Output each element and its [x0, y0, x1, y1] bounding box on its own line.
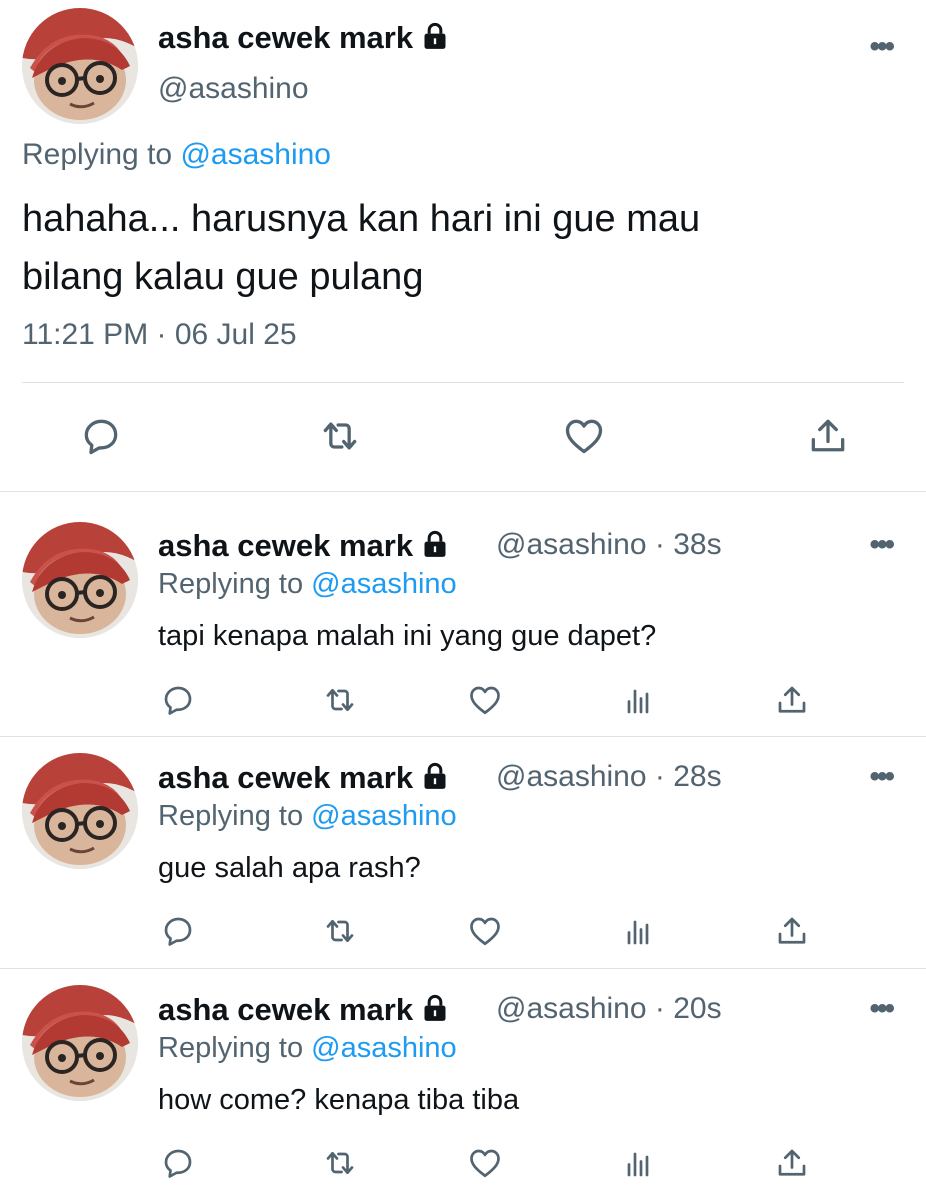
replying-to: Replying to @asashino [158, 1032, 457, 1065]
author-name-text: asha cewek mark [158, 992, 414, 1027]
author-handle[interactable]: @asashino [158, 72, 309, 106]
handle-time[interactable]: @asashino · 20s [496, 992, 722, 1026]
replying-to-mention[interactable]: @asashino [311, 1032, 457, 1064]
handle-time[interactable]: @asashino · 28s [496, 760, 722, 794]
reply-text: tapi kenapa malah ini yang gue dapet? [158, 620, 657, 652]
retweet-icon[interactable] [322, 1145, 358, 1181]
replying-to: Replying to @asashino [158, 800, 457, 833]
replying-to: Replying to @asashino [158, 568, 457, 601]
tweet-timestamp[interactable]: 11:21 PM · 06 Jul 25 [22, 318, 297, 352]
lock-icon [421, 994, 449, 1022]
avatar[interactable] [22, 753, 138, 869]
lock-icon [421, 530, 449, 558]
avatar[interactable] [22, 985, 138, 1101]
views-icon[interactable] [620, 1145, 656, 1181]
share-icon[interactable] [774, 682, 810, 718]
heart-icon[interactable] [562, 414, 606, 458]
heart-icon[interactable] [467, 682, 503, 718]
replying-to: Replying to @asashino [22, 138, 331, 172]
lock-icon [421, 22, 449, 50]
author-name[interactable]: asha cewek mark [158, 528, 449, 564]
avatar[interactable] [22, 522, 138, 638]
author-name[interactable]: asha cewek mark [158, 20, 449, 56]
heart-icon[interactable] [467, 1145, 503, 1181]
divider [0, 968, 926, 969]
divider [0, 736, 926, 737]
more-icon[interactable]: ••• [869, 760, 894, 794]
tweet-text: hahaha... harusnya kan hari ini gue mau … [22, 190, 882, 306]
more-icon[interactable]: ••• [869, 30, 894, 64]
divider [0, 491, 926, 492]
retweet-icon[interactable] [322, 913, 358, 949]
tweet-text-line: hahaha... harusnya kan hari ini gue mau [22, 198, 701, 240]
author-name-text: asha cewek mark [158, 760, 414, 795]
lock-icon [421, 762, 449, 790]
more-icon[interactable]: ••• [869, 992, 894, 1026]
handle-time[interactable]: @asashino · 38s [496, 528, 722, 562]
more-icon[interactable]: ••• [869, 528, 894, 562]
retweet-icon[interactable] [318, 414, 362, 458]
heart-icon[interactable] [467, 913, 503, 949]
share-icon[interactable] [774, 913, 810, 949]
reply-text: how come? kenapa tiba tiba [158, 1084, 520, 1116]
views-icon[interactable] [620, 913, 656, 949]
author-name[interactable]: asha cewek mark [158, 760, 449, 796]
reply-icon[interactable] [79, 414, 123, 458]
replying-prefix: Replying to [158, 1032, 304, 1064]
tweet-text-line: bilang kalau gue pulang [22, 256, 424, 298]
divider [22, 382, 904, 383]
retweet-icon[interactable] [322, 682, 358, 718]
author-name-text: asha cewek mark [158, 528, 414, 563]
share-icon[interactable] [774, 1145, 810, 1181]
views-icon[interactable] [620, 682, 656, 718]
reply-icon[interactable] [160, 913, 196, 949]
author-name-text: asha cewek mark [158, 20, 414, 55]
replying-to-mention[interactable]: @asashino [311, 800, 457, 832]
replying-prefix: Replying to [158, 800, 304, 832]
reply-icon[interactable] [160, 1145, 196, 1181]
replying-to-mention[interactable]: @asashino [311, 568, 457, 600]
share-icon[interactable] [806, 414, 850, 458]
author-name[interactable]: asha cewek mark [158, 992, 449, 1028]
replying-prefix: Replying to [158, 568, 304, 600]
replying-prefix: Replying to [22, 138, 173, 171]
replying-to-mention[interactable]: @asashino [180, 138, 331, 171]
avatar[interactable] [22, 8, 138, 124]
reply-text: gue salah apa rash? [158, 852, 421, 884]
reply-icon[interactable] [160, 682, 196, 718]
